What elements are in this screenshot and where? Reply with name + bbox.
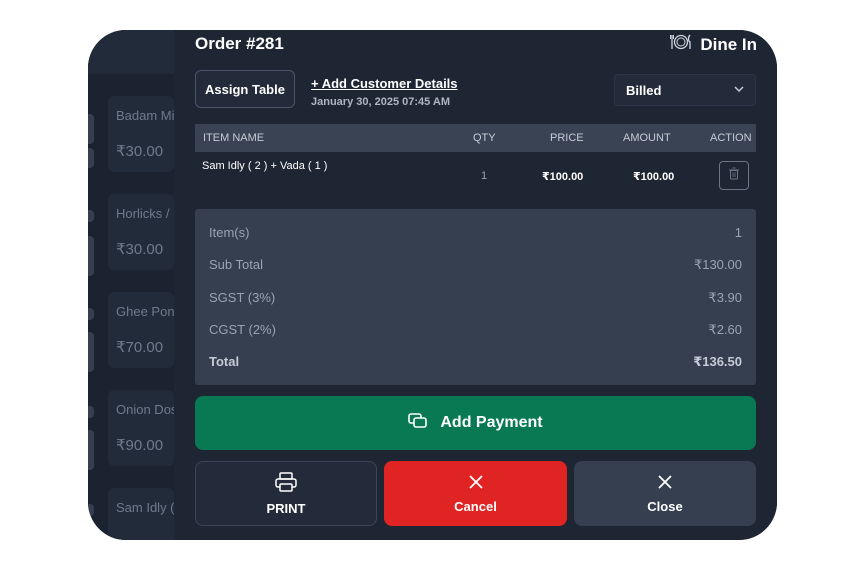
- order-status-value: Billed: [626, 82, 662, 98]
- summary-sgst-value: ₹3.90: [708, 290, 742, 305]
- summary-subtotal-label: Sub Total: [209, 257, 263, 272]
- order-status-select[interactable]: Billed: [614, 74, 756, 106]
- row-item-name: Sam Idly ( 2 ) + Vada ( 1 ): [202, 160, 328, 172]
- menu-item-card[interactable]: Onion Dos ₹90.00: [108, 390, 178, 466]
- summary-cgst-value: ₹2.60: [708, 322, 742, 337]
- pos-device-screen: Badam Milk ₹30.00 Horlicks / B ₹30.00 Gh…: [88, 30, 777, 540]
- menu-grid-background: Badam Milk ₹30.00 Horlicks / B ₹30.00 Gh…: [88, 30, 184, 540]
- bill-summary: Item(s) 1 Sub Total ₹130.00 SGST (3%) ₹3…: [195, 209, 756, 385]
- items-table-header: ITEM NAME QTY PRICE AMOUNT ACTION: [195, 124, 756, 152]
- column-header-amount: AMOUNT: [623, 132, 671, 144]
- close-label: Close: [647, 498, 683, 514]
- summary-total: Total ₹136.50: [209, 354, 742, 372]
- menu-item-price: ₹30.00: [116, 143, 164, 160]
- summary-cgst: CGST (2%) ₹2.60: [209, 322, 742, 340]
- x-icon: [468, 474, 484, 493]
- print-button[interactable]: PRINT: [195, 461, 377, 526]
- cards-icon: [408, 412, 428, 434]
- assign-table-button[interactable]: Assign Table: [195, 70, 295, 108]
- menu-item-price: ₹70.00: [116, 339, 164, 356]
- row-price: ₹100.00: [542, 171, 584, 183]
- menu-item-price: ₹30.00: [116, 241, 164, 258]
- plate-cutlery-icon: [670, 33, 692, 56]
- add-payment-label: Add Payment: [440, 414, 543, 431]
- order-datetime: January 30, 2025 07:45 AM: [311, 96, 451, 108]
- summary-subtotal-value: ₹130.00: [693, 257, 742, 272]
- summary-total-value: ₹136.50: [693, 354, 742, 369]
- menu-header-bar: [88, 30, 174, 74]
- menu-item-card[interactable]: Sam Idly (: [108, 488, 175, 540]
- menu-item-veg-mark: [88, 406, 94, 418]
- summary-subtotal: Sub Total ₹130.00: [209, 257, 742, 275]
- menu-item-name: Ghee Pong: [116, 304, 182, 319]
- menu-item-image: [88, 430, 94, 470]
- order-title: Order #281: [195, 34, 284, 53]
- menu-item-image: [88, 114, 94, 144]
- order-panel: Order #281 Dine In Assign Table + Add Cu…: [174, 30, 777, 540]
- summary-cgst-label: CGST (2%): [209, 322, 276, 337]
- print-label: PRINT: [266, 500, 306, 516]
- menu-item-card[interactable]: Ghee Pong ₹70.00: [108, 292, 182, 368]
- summary-total-label: Total: [209, 354, 240, 369]
- add-payment-button[interactable]: Add Payment: [195, 396, 756, 450]
- menu-item-card[interactable]: Badam Milk ₹30.00: [108, 96, 184, 172]
- cancel-label: Cancel: [454, 498, 497, 514]
- summary-sgst: SGST (3%) ₹3.90: [209, 290, 742, 308]
- menu-item-image: [88, 148, 94, 168]
- menu-item-name: Sam Idly (: [116, 500, 175, 515]
- menu-item-price: ₹90.00: [116, 437, 164, 454]
- summary-items: Item(s) 1: [209, 225, 742, 243]
- menu-item-name: Onion Dos: [116, 402, 178, 417]
- summary-sgst-label: SGST (3%): [209, 290, 276, 305]
- row-amount: ₹100.00: [633, 171, 675, 183]
- menu-item-name: Horlicks / B: [116, 206, 182, 221]
- add-customer-link[interactable]: + Add Customer Details: [311, 76, 458, 91]
- summary-items-label: Item(s): [209, 225, 250, 240]
- printer-icon: [275, 471, 297, 495]
- column-header-action: ACTION: [710, 132, 752, 144]
- close-button[interactable]: Close: [574, 461, 756, 526]
- order-type: Dine In: [670, 33, 757, 56]
- column-header-price: PRICE: [550, 132, 584, 144]
- delete-item-button[interactable]: [719, 161, 749, 190]
- menu-item-image: [88, 332, 94, 372]
- table-row: Sam Idly ( 2 ) + Vada ( 1 ) 1 ₹100.00 ₹1…: [195, 152, 756, 200]
- summary-items-value: 1: [734, 225, 742, 240]
- menu-item-veg-mark: [88, 210, 94, 222]
- row-qty: 1: [481, 170, 488, 182]
- column-header-item: ITEM NAME: [203, 132, 265, 144]
- order-type-label: Dine In: [700, 34, 757, 54]
- column-header-qty: QTY: [473, 132, 496, 144]
- trash-icon: [728, 167, 740, 185]
- x-icon: [657, 474, 673, 493]
- cancel-button[interactable]: Cancel: [384, 461, 567, 526]
- menu-item-veg-mark: [88, 504, 94, 516]
- menu-item-image: [88, 236, 94, 276]
- menu-item-card[interactable]: Horlicks / B ₹30.00: [108, 194, 182, 270]
- menu-item-veg-mark: [88, 308, 94, 320]
- chevron-down-icon: [733, 83, 745, 98]
